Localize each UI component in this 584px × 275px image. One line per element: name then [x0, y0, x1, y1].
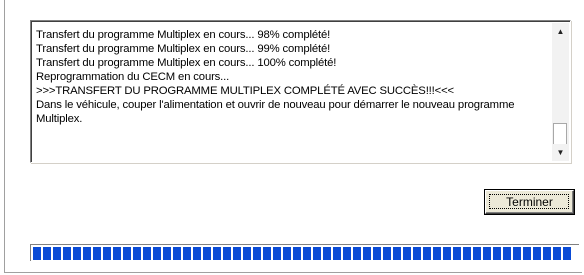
log-line: Reprogrammation du CECM en cours...: [36, 71, 230, 83]
log-text: Transfert du programme Multiplex en cour…: [36, 28, 548, 126]
scrollbar-thumb[interactable]: [553, 123, 567, 145]
finish-button-label: Terminer: [506, 195, 553, 209]
scroll-down-button[interactable]: ▼: [552, 144, 569, 161]
progress-fill: [33, 247, 573, 260]
progress-bar: [30, 244, 579, 261]
scroll-up-button[interactable]: ▲: [552, 23, 569, 40]
finish-button[interactable]: Terminer: [484, 189, 575, 215]
log-line: Transfert du programme Multiplex en cour…: [36, 29, 331, 41]
log-textarea[interactable]: Transfert du programme Multiplex en cour…: [30, 20, 571, 163]
vertical-scrollbar[interactable]: ▲ ▼: [552, 23, 569, 161]
log-line-instruction: Dans le véhicule, couper l'alimentation …: [36, 99, 515, 125]
dialog-window: Transfert du programme Multiplex en cour…: [0, 0, 584, 275]
arrow-down-icon: ▼: [556, 148, 565, 157]
log-line: Transfert du programme Multiplex en cour…: [36, 43, 331, 55]
log-line: Transfert du programme Multiplex en cour…: [36, 57, 337, 69]
log-line-success: >>>TRANSFERT DU PROGRAMME MULTIPLEX COMP…: [36, 85, 455, 97]
arrow-up-icon: ▲: [556, 27, 565, 36]
